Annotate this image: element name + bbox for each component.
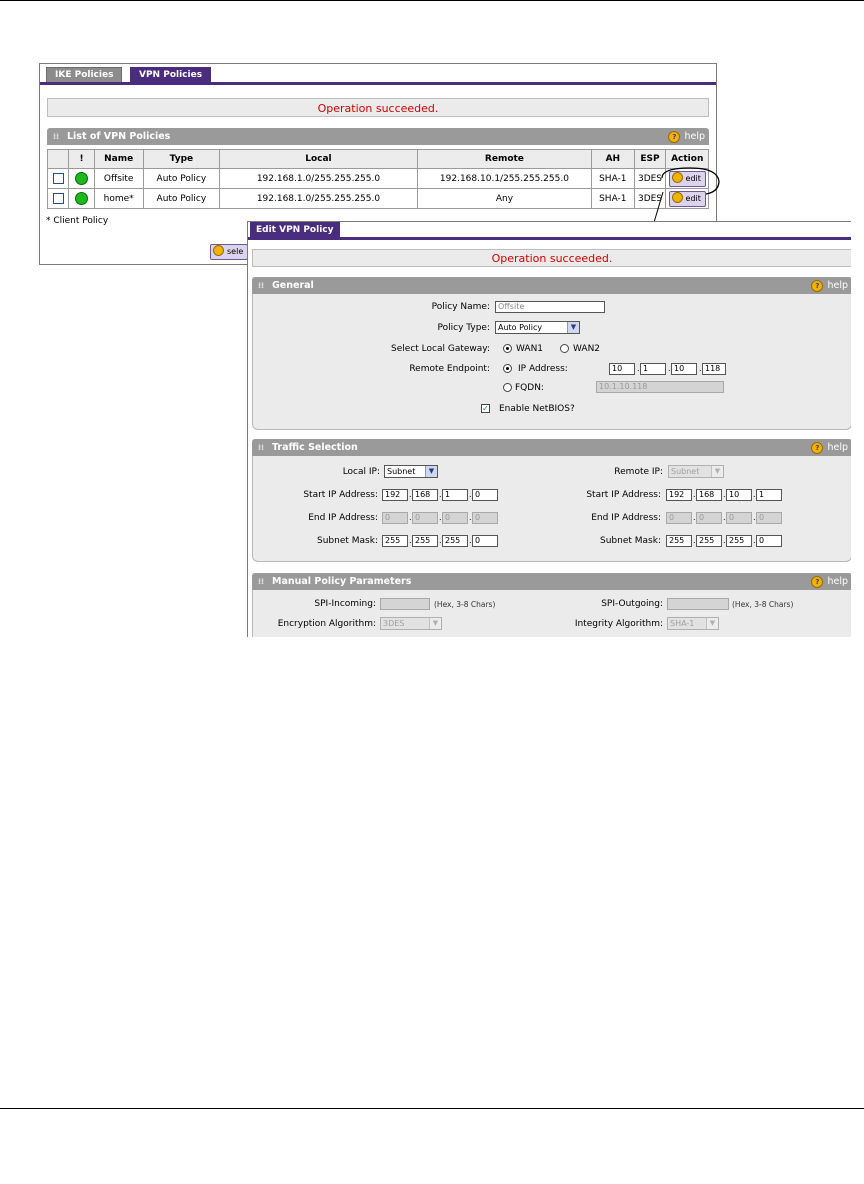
tab-bar: Edit VPN Policy: [248, 222, 851, 240]
local-start-octet-1[interactable]: 192: [382, 489, 408, 501]
remote-mask-octet-2[interactable]: 255: [696, 535, 722, 547]
spi-incoming-hint: (Hex, 3-8 Chars): [434, 600, 496, 609]
local-start-octet-3[interactable]: 1: [442, 489, 468, 501]
ip-address-label: IP Address:: [518, 364, 568, 374]
netbios-label: Enable NetBIOS?: [499, 404, 575, 414]
remote-ip-select[interactable]: Subnet ▼: [668, 465, 724, 478]
encryption-algorithm-label: Encryption Algorithm:: [277, 619, 376, 629]
spi-incoming-label: SPI-Incoming:: [314, 599, 376, 609]
spi-outgoing-label: SPI-Outgoing:: [601, 599, 663, 609]
remote-start-octet-1[interactable]: 192: [666, 489, 692, 501]
remote-mask-octet-3[interactable]: 255: [726, 535, 752, 547]
remote-subnet-mask-label: Subnet Mask:: [600, 536, 661, 546]
ip-address-radio[interactable]: [503, 364, 512, 373]
integrity-algorithm-select[interactable]: SHA-1 ▼: [667, 617, 719, 630]
local-end-octet-3[interactable]: 0: [442, 512, 468, 524]
netbios-checkbox[interactable]: ✓: [481, 404, 490, 413]
spi-outgoing-field[interactable]: [667, 598, 729, 610]
help-link[interactable]: ? help: [811, 277, 848, 294]
wan2-label: WAN2: [573, 344, 601, 354]
remote-start-octet-3[interactable]: 10: [726, 489, 752, 501]
local-subnet-mask-label: Subnet Mask:: [317, 536, 378, 546]
chevron-down-icon: ▼: [429, 618, 441, 629]
remote-ip-octet-2[interactable]: 1: [640, 363, 666, 375]
chevron-down-icon: ▼: [711, 466, 723, 477]
fqdn-label: FQDN:: [515, 383, 544, 393]
local-mask-octet-1[interactable]: 255: [382, 535, 408, 547]
local-end-octet-1[interactable]: 0: [382, 512, 408, 524]
help-link[interactable]: ? help: [811, 573, 848, 590]
local-mask-octet-2[interactable]: 255: [412, 535, 438, 547]
remote-start-octet-4[interactable]: 1: [756, 489, 782, 501]
local-start-octet-2[interactable]: 168: [412, 489, 438, 501]
remote-end-octet-3[interactable]: 0: [726, 512, 752, 524]
wan1-label: WAN1: [516, 344, 544, 354]
spi-outgoing-hint: (Hex, 3-8 Chars): [732, 600, 794, 609]
spi-incoming-field[interactable]: [380, 598, 430, 610]
help-link[interactable]: ? help: [811, 439, 848, 456]
section-header-manual-policy: ⁞⁞ Manual Policy Parameters ? help: [252, 573, 851, 590]
local-end-octet-4[interactable]: 0: [472, 512, 498, 524]
fqdn-field[interactable]: 10.1.10.118: [596, 381, 724, 393]
remote-start-octet-2[interactable]: 168: [696, 489, 722, 501]
remote-end-octet-1[interactable]: 0: [666, 512, 692, 524]
remote-end-octet-4[interactable]: 0: [756, 512, 782, 524]
local-ip-select[interactable]: Subnet ▼: [384, 465, 438, 478]
policy-type-label: Policy Type:: [437, 323, 490, 333]
local-start-octet-4[interactable]: 0: [472, 489, 498, 501]
local-end-ip-label: End IP Address:: [308, 513, 378, 523]
remote-mask-octet-4[interactable]: 0: [756, 535, 782, 547]
local-ip-label: Local IP:: [342, 467, 380, 477]
edit-vpn-policy-window: Edit VPN Policy Operation succeeded. ⁞⁞ G…: [247, 221, 851, 637]
local-gateway-label: Select Local Gateway:: [391, 344, 490, 354]
remote-end-ip-label: End IP Address:: [591, 513, 661, 523]
integrity-algorithm-label: Integrity Algorithm:: [574, 619, 663, 629]
policy-type-select[interactable]: Auto Policy ▼: [495, 321, 580, 334]
encryption-algorithm-select[interactable]: 3DES ▼: [380, 617, 442, 630]
local-mask-octet-4[interactable]: 0: [472, 535, 498, 547]
grip-icon: ⁞⁞: [258, 281, 265, 290]
remote-endpoint-label: Remote Endpoint:: [409, 364, 490, 374]
status-message: Operation succeeded.: [252, 249, 851, 267]
wan1-radio[interactable]: [503, 344, 512, 353]
remote-ip-octet-4[interactable]: 118: [702, 363, 726, 375]
manual-policy-section: [252, 590, 851, 637]
chevron-down-icon: ▼: [706, 618, 718, 629]
wan2-radio[interactable]: [560, 344, 569, 353]
chevron-down-icon: ▼: [567, 322, 579, 333]
remote-end-octet-2[interactable]: 0: [696, 512, 722, 524]
local-start-ip-label: Start IP Address:: [303, 490, 378, 500]
grip-icon: ⁞⁞: [258, 443, 265, 452]
section-header-traffic: ⁞⁞ Traffic Selection ? help: [252, 439, 851, 456]
help-icon: ?: [811, 441, 824, 454]
section-header-general: ⁞⁞ General ? help: [252, 277, 851, 294]
remote-ip-octet-3[interactable]: 10: [671, 363, 697, 375]
remote-mask-octet-1[interactable]: 255: [666, 535, 692, 547]
remote-start-ip-label: Start IP Address:: [586, 490, 661, 500]
grip-icon: ⁞⁞: [258, 577, 265, 586]
fqdn-radio[interactable]: [503, 383, 512, 392]
policy-name-field[interactable]: Offsite: [495, 301, 605, 313]
remote-ip-octet-1[interactable]: 10: [609, 363, 635, 375]
remote-ip-label: Remote IP:: [614, 467, 663, 477]
chevron-down-icon: ▼: [425, 466, 437, 477]
help-icon: ?: [811, 575, 824, 588]
tab-edit-vpn-policy[interactable]: Edit VPN Policy: [250, 222, 340, 237]
help-icon: ?: [811, 279, 824, 292]
local-mask-octet-3[interactable]: 255: [442, 535, 468, 547]
policy-name-label: Policy Name:: [431, 302, 490, 312]
local-end-octet-2[interactable]: 0: [412, 512, 438, 524]
